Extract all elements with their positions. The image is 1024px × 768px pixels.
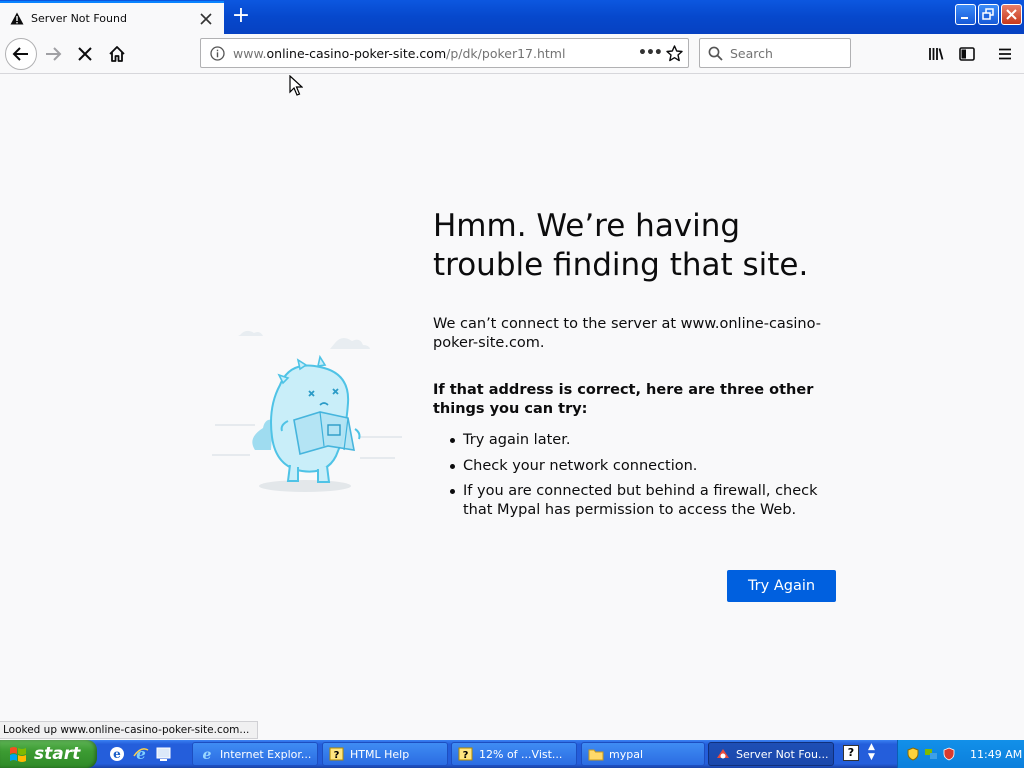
back-button[interactable] (5, 38, 37, 70)
taskbar-button-label: Internet Explor... (220, 747, 312, 761)
arrow-left-icon (12, 47, 28, 61)
taskbar: start e e e Internet Explor... ? HTML He… (0, 740, 1024, 768)
start-label: start (34, 744, 81, 764)
status-text: Looked up www.online-casino-poker-site.c… (0, 721, 259, 739)
show-desktop-icon[interactable] (155, 745, 173, 763)
tab-server-not-found[interactable]: Server Not Found (0, 1, 224, 34)
page-actions-icon[interactable]: ••• (638, 45, 663, 63)
windows-logo-icon (10, 747, 26, 762)
close-tab-icon[interactable] (195, 8, 217, 30)
suggestions-heading: If that address is correct, here are thr… (433, 382, 814, 417)
suggestion-item: Try again later. (433, 431, 833, 450)
taskbar-button-server-not-found[interactable]: Server Not Fou... (708, 742, 834, 766)
svg-text:e: e (113, 747, 121, 761)
system-tray: 11:49 AM (897, 740, 1024, 768)
suggestion-item: If you are connected but behind a firewa… (433, 482, 833, 519)
url-prefix: www. (233, 46, 267, 61)
ie-quicklaunch-icon[interactable]: e (108, 745, 126, 763)
ie-icon: e (203, 747, 212, 762)
suggestions-list: Try again later. Check your network conn… (433, 431, 833, 526)
toolbar-chevron-icon[interactable]: ▲ ▼ (868, 742, 875, 762)
taskbar-button-mypal-folder[interactable]: mypal (581, 742, 705, 766)
tab-title: Server Not Found (31, 12, 127, 25)
forward-button[interactable] (38, 39, 68, 69)
search-bar[interactable] (699, 38, 851, 68)
clock: 11:49 AM (970, 747, 1023, 761)
stop-icon (78, 47, 92, 61)
mouse-cursor-icon (289, 75, 303, 96)
taskbar-button-internet-explorer[interactable]: e Internet Explor... (192, 742, 318, 766)
minimize-button[interactable] (955, 4, 976, 25)
url-bar[interactable]: www.online-casino-poker-site.com/p/dk/po… (200, 38, 689, 68)
navigation-toolbar: www.online-casino-poker-site.com/p/dk/po… (0, 34, 1024, 74)
arrow-right-icon (46, 47, 62, 61)
hamburger-menu-icon (999, 48, 1011, 60)
try-again-button[interactable]: Try Again (727, 570, 836, 602)
mypal-icon (717, 749, 729, 759)
help-icon: ? (458, 747, 473, 761)
library-icon (929, 48, 944, 60)
svg-text:e: e (136, 745, 146, 763)
svg-text:e: e (203, 747, 212, 762)
help-toolbar-icon[interactable]: ? (843, 745, 859, 761)
warning-icon (10, 12, 24, 25)
sidebar-icon (959, 47, 975, 61)
info-icon[interactable] (210, 46, 225, 61)
taskbar-button-label: HTML Help (350, 747, 410, 761)
stop-button[interactable] (70, 39, 100, 69)
sidebar-button[interactable] (952, 39, 982, 69)
suggestion-item: Check your network connection. (433, 457, 833, 476)
help-icon: ? (329, 747, 344, 761)
taskbar-button-download[interactable]: ? 12% of ...Vist... (451, 742, 577, 766)
new-tab-button[interactable]: + (228, 4, 254, 30)
tab-strip: Server Not Found + (0, 0, 1024, 34)
url-text[interactable]: www.online-casino-poker-site.com/p/dk/po… (233, 46, 565, 61)
url-host: online-casino-poker-site.com (266, 46, 447, 61)
taskbar-button-label: mypal (609, 747, 644, 761)
sad-dinosaur-illustration (212, 330, 402, 492)
search-icon (708, 46, 723, 61)
ie-quicklaunch-icon[interactable]: e (132, 745, 150, 763)
home-icon (109, 46, 125, 62)
menu-button[interactable] (990, 39, 1020, 69)
security-shield-icon[interactable] (906, 747, 920, 761)
taskbar-button-label: 12% of ...Vist... (479, 747, 563, 761)
antivirus-icon[interactable] (942, 747, 956, 761)
search-input[interactable] (730, 44, 845, 62)
library-button[interactable] (921, 39, 951, 69)
svg-text:?: ? (334, 750, 340, 761)
url-path: /p/dk/poker17.html (446, 46, 566, 61)
taskbar-button-label: Server Not Fou... (736, 747, 829, 761)
home-button[interactable] (102, 39, 132, 69)
folder-icon (588, 749, 604, 761)
taskbar-button-html-help[interactable]: ? HTML Help (322, 742, 448, 766)
bookmark-star-icon[interactable] (666, 45, 683, 62)
close-window-button[interactable] (1001, 4, 1022, 25)
page-content: Hmm. We’re having trouble finding that s… (0, 75, 1024, 740)
restore-button[interactable] (978, 4, 999, 25)
network-icon[interactable] (924, 747, 938, 761)
error-description: We can’t connect to the server at www.on… (433, 316, 821, 351)
error-title: Hmm. We’re having trouble finding that s… (433, 208, 809, 283)
svg-text:?: ? (463, 750, 469, 761)
start-button[interactable]: start (0, 740, 97, 768)
